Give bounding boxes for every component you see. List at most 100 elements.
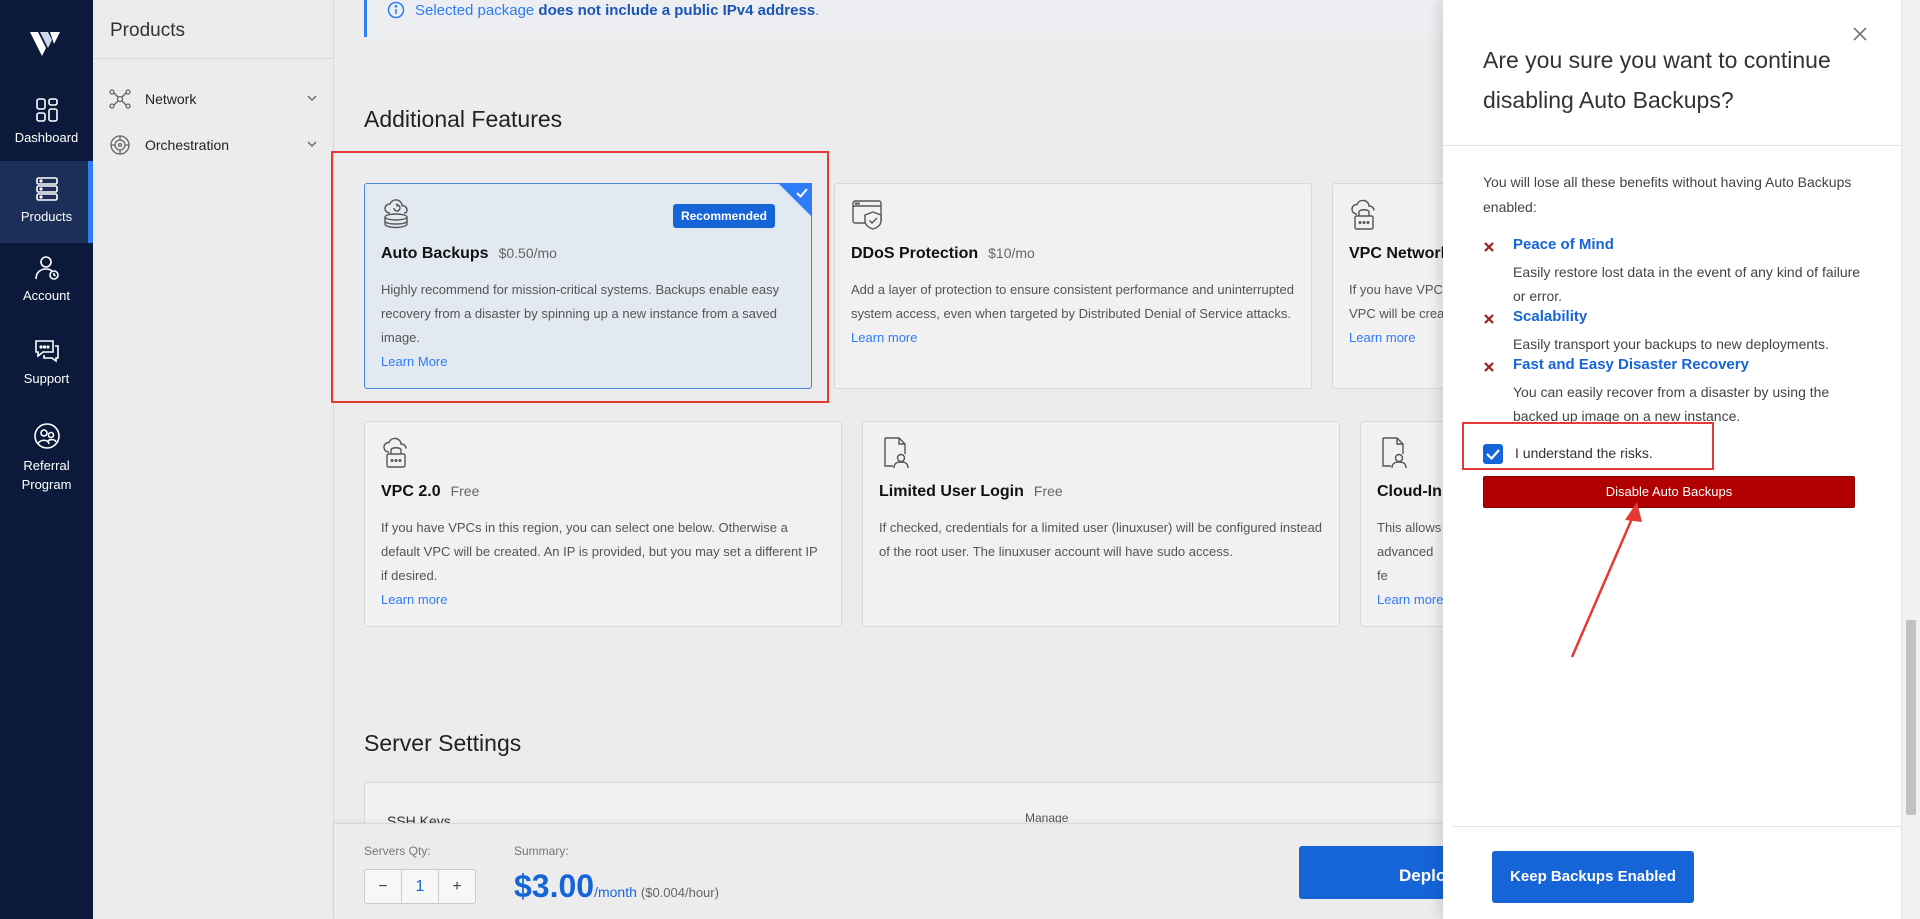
per-hour-price: ($0.004/hour) [640, 885, 719, 900]
x-mark-icon [1484, 362, 1494, 372]
card-description: If you have VPCs in this region, you can… [381, 516, 825, 612]
sidebar-divider [93, 58, 334, 59]
products-icon [35, 177, 58, 201]
learn-more-link[interactable]: Learn more [381, 588, 825, 612]
main-content: Selected package does not include a publ… [334, 0, 1830, 919]
panel-divider [1443, 145, 1901, 146]
feature-card-limited-user[interactable]: Limited User Login Free If checked, crede… [862, 421, 1340, 627]
rail-label: Dashboard [14, 130, 79, 145]
rail-item-referral[interactable]: Referral Program [0, 422, 93, 502]
card-desc-text: This allows advanced fe [1377, 520, 1442, 583]
vultr-logo[interactable] [28, 26, 64, 62]
card-title-text: Cloud-Ini [1377, 483, 1447, 500]
dashboard-icon [35, 98, 58, 122]
additional-features-heading: Additional Features [364, 106, 563, 132]
card-title: Limited User Login Free [879, 483, 1063, 501]
rail-item-support[interactable]: Support [0, 337, 93, 397]
card-desc-text: If checked, credentials for a limited us… [879, 520, 1322, 559]
qty-decrement-button[interactable]: − [365, 870, 401, 903]
total-price: $3.00 [514, 868, 595, 904]
notice-text: Selected package does not include a publ… [415, 2, 819, 19]
rail-item-dashboard[interactable]: Dashboard [0, 96, 93, 156]
qty-value[interactable]: 1 [401, 870, 439, 903]
price-summary: $3.00/month ($0.004/hour) [514, 868, 719, 905]
orchestration-icon [110, 135, 130, 155]
rail-label: Referral Program [21, 458, 72, 492]
products-sidebar: Products Network Orchestration [93, 0, 334, 919]
card-title: VPC Network [1349, 245, 1449, 263]
network-icon [109, 89, 131, 109]
panel-intro: You will lose all these benefits without… [1483, 174, 1852, 215]
x-mark-icon [1484, 314, 1494, 324]
rail-label: Products [20, 209, 73, 224]
benefit-title: Fast and Easy Disaster Recovery [1513, 356, 1749, 373]
rail-item-account[interactable]: Account [0, 254, 93, 314]
feature-card-ddos[interactable]: DDoS Protection $10/mo Add a layer of pro… [834, 183, 1312, 389]
referral-icon [33, 423, 60, 449]
benefit-desc: Easily transport your backups to new dep… [1513, 336, 1829, 352]
card-title: DDoS Protection $10/mo [851, 245, 1035, 263]
chevron-down-icon[interactable] [305, 137, 319, 151]
scrollbar-thumb[interactable] [1906, 620, 1916, 815]
x-mark-icon [1484, 242, 1494, 252]
card-desc-text: Add a layer of protection to ensure cons… [851, 282, 1294, 321]
info-icon [387, 1, 405, 19]
card-desc-text: If you have VPCs in this region, you can… [381, 520, 818, 583]
rail-item-products[interactable]: Products [0, 161, 93, 243]
server-settings-heading: Server Settings [364, 730, 522, 756]
card-price: $10/mo [988, 245, 1035, 261]
vpc-lock-icon [1351, 199, 1375, 230]
sidebar-item-label: Orchestration [145, 137, 230, 153]
card-description: This allows advanced fe Learn more [1377, 516, 1447, 612]
order-footer: Servers Qty: − 1 + Summary: $3.00/month(… [334, 823, 1459, 919]
user-document-icon [1382, 437, 1407, 469]
notice-bold: does not include a public IPv4 address [538, 2, 816, 19]
highlight-box [1462, 422, 1714, 470]
notice-suffix: . [815, 2, 820, 19]
card-title-text: Limited User Login [879, 483, 1024, 500]
benefit-title: Peace of Mind [1513, 236, 1614, 253]
quantity-stepper: − 1 + [364, 869, 476, 904]
card-title-text: VPC 2.0 [381, 483, 441, 500]
chevron-down-icon[interactable] [305, 91, 319, 105]
notice-prefix: Selected package [415, 2, 539, 19]
card-title: Cloud-Ini [1377, 483, 1446, 501]
benefit-desc: Easily restore lost data in the event of… [1513, 264, 1861, 304]
vpc-lock-icon [383, 437, 407, 468]
sidebar-title: Products [110, 20, 185, 41]
panel-title: Are you sure you want to continue disabl… [1483, 47, 1831, 113]
card-title-text: VPC Network [1349, 245, 1450, 262]
account-icon [34, 256, 59, 280]
rail-label: Account [23, 288, 70, 303]
deploy-button[interactable]: Deplo [1299, 846, 1459, 899]
sidebar-item-network[interactable]: Network [109, 87, 319, 111]
card-description: If checked, credentials for a limited us… [879, 516, 1323, 564]
servers-qty-label: Servers Qty: [364, 844, 431, 858]
sidebar-item-label: Network [145, 91, 197, 107]
benefit-title: Scalability [1513, 308, 1588, 325]
card-title: VPC 2.0 Free [381, 483, 479, 501]
learn-more-link[interactable]: Learn more [851, 326, 1295, 350]
benefit-desc: You can easily recover from a disaster b… [1513, 384, 1830, 424]
keep-backups-enabled-button[interactable]: Keep Backups Enabled [1492, 851, 1694, 903]
panel-footer-divider [1453, 826, 1901, 827]
card-price: Free [1033, 483, 1063, 499]
main-nav-rail: Dashboard Products Account Support Refer… [0, 0, 93, 919]
sidebar-item-orchestration[interactable]: Orchestration [109, 133, 319, 157]
card-description: Add a layer of protection to ensure cons… [851, 278, 1295, 350]
user-document-icon [884, 437, 909, 469]
card-title-text: DDoS Protection [851, 245, 979, 262]
card-price: Free [450, 483, 480, 499]
support-icon [34, 340, 59, 363]
highlight-box [331, 151, 829, 403]
disable-auto-backups-button[interactable]: Disable Auto Backups [1483, 476, 1855, 508]
feature-card-vpc2[interactable]: VPC 2.0 Free If you have VPCs in this reg… [364, 421, 842, 627]
page-scrollbar[interactable] [1902, 0, 1920, 919]
ipv4-notice: Selected package does not include a publ… [364, 0, 1464, 37]
rail-label: Support [23, 371, 70, 386]
learn-more-link[interactable]: Learn more [1377, 588, 1447, 612]
qty-increment-button[interactable]: + [439, 870, 475, 903]
per-month-label: /month [594, 884, 637, 900]
ddos-shield-icon [852, 200, 882, 230]
summary-label: Summary: [514, 844, 569, 858]
